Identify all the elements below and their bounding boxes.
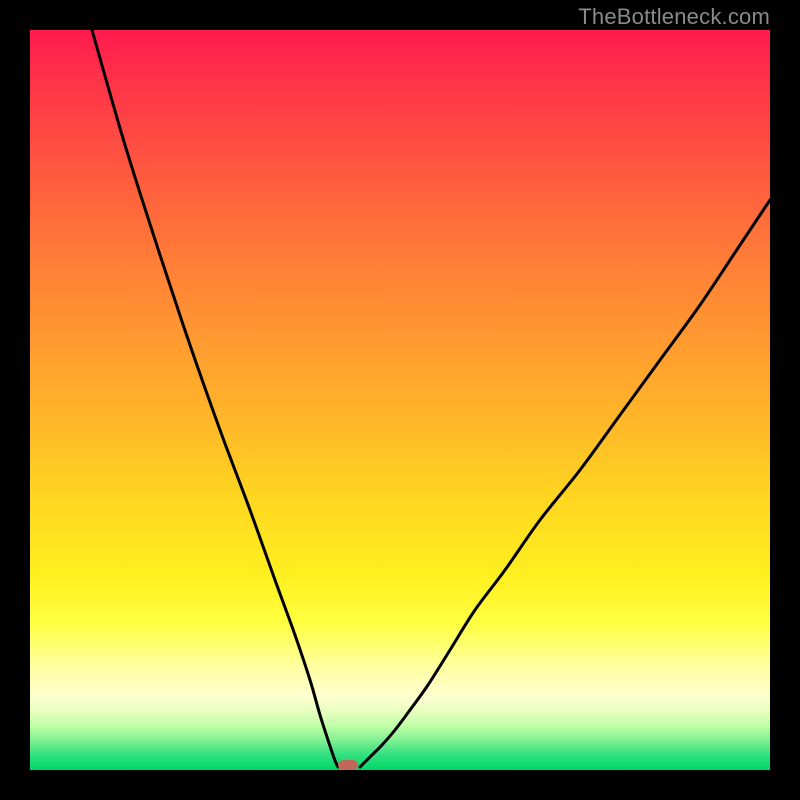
plot-area [30, 30, 770, 770]
curve-right-branch [360, 200, 770, 767]
optimal-marker [338, 760, 358, 770]
curve-left-branch [92, 30, 338, 767]
bottleneck-curve [30, 30, 770, 770]
watermark-text: TheBottleneck.com [578, 4, 770, 30]
